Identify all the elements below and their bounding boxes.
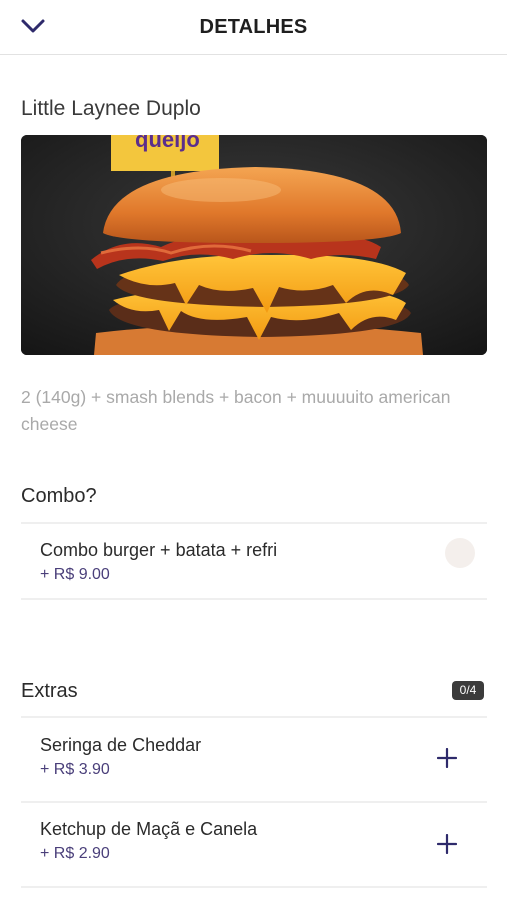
extra-option-cheddar[interactable]: Seringa de Cheddar + R$ 3.90	[21, 718, 487, 802]
extras-section-title: Extras	[21, 680, 78, 702]
extra-option-price: + R$ 2.90	[40, 845, 110, 862]
extra-option-name: Ketchup de Maçã e Canela	[40, 819, 258, 839]
extra-option-ketchup[interactable]: Ketchup de Maçã e Canela + R$ 2.90	[21, 803, 487, 887]
divider	[21, 598, 487, 600]
plus-icon	[436, 833, 458, 859]
flag-label: queijo	[135, 135, 200, 152]
header-bar: DETALHES	[0, 0, 507, 55]
combo-section-title: Combo?	[21, 485, 97, 507]
extra-option-name: Seringa de Cheddar	[40, 735, 202, 755]
add-ketchup-button[interactable]	[433, 832, 461, 860]
extras-counter-badge: 0/4	[452, 681, 484, 700]
page-title: DETALHES	[199, 16, 308, 38]
product-image: queijo	[21, 135, 487, 355]
divider	[21, 886, 487, 888]
combo-option[interactable]: Combo burger + batata + refri + R$ 9.00	[21, 524, 487, 599]
extra-option-price: + R$ 3.90	[40, 761, 110, 778]
plus-icon	[436, 747, 458, 773]
combo-option-name: Combo burger + batata + refri	[40, 540, 278, 560]
combo-radio-button[interactable]	[445, 538, 475, 568]
product-description: 2 (140g) + smash blends + bacon + muuuui…	[21, 387, 451, 434]
product-name: Little Laynee Duplo	[21, 97, 201, 120]
add-cheddar-button[interactable]	[433, 746, 461, 774]
combo-option-price: + R$ 9.00	[40, 566, 110, 583]
